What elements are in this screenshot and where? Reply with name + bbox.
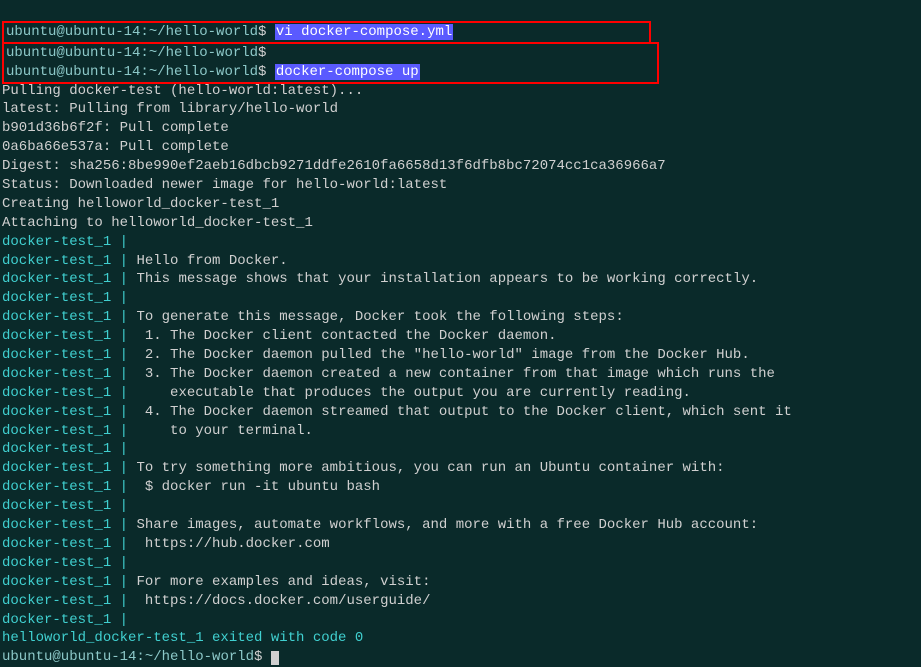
output-digest: Digest: sha256:8be990ef2aeb16dbcb9271ddf…	[2, 158, 666, 174]
output-layer1: b901d36b6f2f: Pull complete	[2, 120, 229, 136]
output-creating: Creating helloworld_docker-test_1	[2, 196, 279, 212]
service-label: docker-test_1	[2, 234, 111, 250]
output-pulling: Pulling docker-test (hello-world:latest)…	[2, 83, 363, 99]
prompt-path: ~/hello-world	[149, 24, 258, 40]
command-highlight-2: ubuntu@ubuntu-14:~/hello-world$ ubuntu@u…	[2, 42, 659, 84]
final-prompt: ubuntu@ubuntu-14	[2, 649, 136, 665]
command-1: vi docker-compose.yml	[275, 24, 453, 40]
hello-message: Hello from Docker.	[136, 253, 287, 269]
command-2: docker-compose up	[275, 64, 420, 80]
output-status: Status: Downloaded newer image for hello…	[2, 177, 447, 193]
output-latest: latest: Pulling from library/hello-world	[2, 101, 338, 117]
terminal-output[interactable]: ubuntu@ubuntu-14:~/hello-world$ vi docke…	[2, 2, 919, 667]
prompt-user: ubuntu@ubuntu-14	[6, 24, 140, 40]
output-attaching: Attaching to helloworld_docker-test_1	[2, 215, 313, 231]
exit-message: helloworld_docker-test_1 exited with cod…	[2, 630, 363, 646]
output-layer2: 0a6ba66e537a: Pull complete	[2, 139, 229, 155]
command-highlight-1: ubuntu@ubuntu-14:~/hello-world$ vi docke…	[2, 21, 651, 44]
cursor[interactable]	[271, 651, 279, 665]
